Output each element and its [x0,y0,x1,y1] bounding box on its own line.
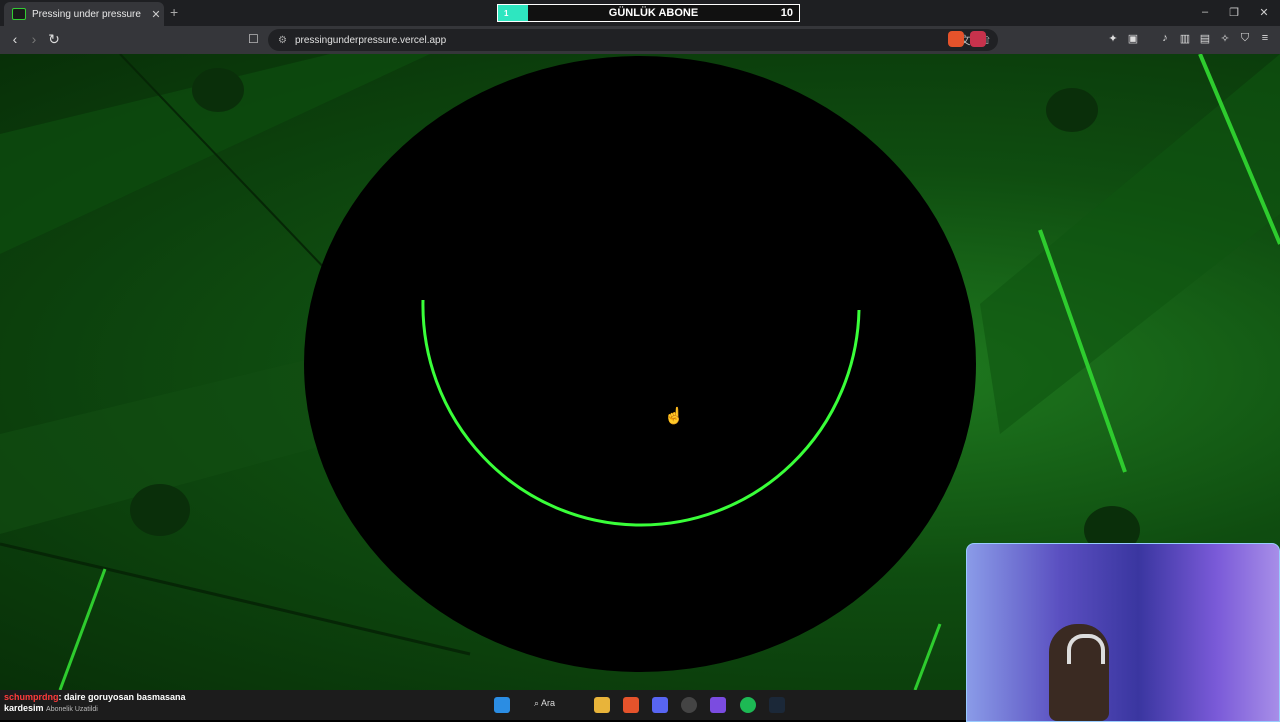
windows-start-icon[interactable] [494,697,510,713]
steam-icon[interactable] [769,697,785,713]
address-bar[interactable]: ⚙ pressingunderpressure.vercel.app 文 ⇧ [268,29,998,51]
sidebar-icon[interactable]: ▥ [1178,32,1192,46]
maximize-icon[interactable]: ❐ [1227,6,1241,19]
hand-cursor-icon: ☝ [664,408,684,425]
minimize-icon[interactable]: – [1198,6,1212,18]
brave-rewards-icon[interactable] [970,31,986,47]
file-explorer-icon[interactable] [594,697,610,713]
search-icon[interactable]: ⌕ Ara [534,698,555,709]
bolt-head [1046,88,1098,132]
extensions-icon[interactable]: ✦ [1106,32,1120,46]
neon-strip [913,623,942,690]
menu-icon[interactable]: ≡ [1258,32,1272,46]
tab-title: Pressing under pressure [32,8,141,20]
navigation-bar: ‹ › ↻ ☐ ⚙ pressingunderpressure.vercel.a… [0,26,1280,54]
chat-text-line2: kardesim [4,703,44,713]
reload-icon[interactable]: ↻ [45,31,63,48]
neon-strip [58,568,107,690]
webcam-overlay [966,543,1280,722]
chat-sub-notice: Abonelik Uzatildi [46,706,98,713]
site-info-icon[interactable]: ⚙ [278,35,287,46]
bookmark-icon[interactable]: ☐ [248,32,259,46]
leo-icon[interactable]: ✧ [1218,32,1232,46]
brave-shield-icon[interactable] [948,31,964,47]
close-window-icon[interactable]: ✕ [1257,6,1271,19]
forward-icon[interactable]: › [25,31,43,47]
new-tab-button[interactable]: + [170,4,178,20]
chat-username: schumprdng [4,692,59,702]
url-text[interactable]: pressingunderpressure.vercel.app [295,35,954,46]
chat-text: : daire goruyosan basmasana [58,692,186,702]
background-panel [980,54,1280,434]
screenshot-icon[interactable]: ▣ [1126,32,1140,46]
vpn-icon[interactable]: ⛉ [1238,32,1252,46]
back-icon[interactable]: ‹ [6,31,24,47]
headset-icon [1067,634,1105,664]
tab-favicon-icon [12,8,26,20]
app-icon[interactable] [710,697,726,713]
sub-goal-label: GÜNLÜK ABONE [608,7,699,19]
sub-goal-counter: 1 GÜNLÜK ABONE 10 [497,4,800,22]
title-bar: Pressing under pressure ✕ + 1 GÜNLÜK ABO… [0,0,1280,26]
sub-goal-target: 10 [780,7,793,19]
taskbar-search-label[interactable]: Ara [541,698,555,708]
chat-message: schumprdng: daire goruyosan basmasana ka… [4,692,186,715]
bolt-head [130,484,190,536]
spotify-icon[interactable] [740,697,756,713]
tab-close-icon[interactable]: ✕ [148,8,164,21]
discord-icon[interactable] [652,697,668,713]
browser-tab[interactable]: Pressing under pressure ✕ [4,2,164,26]
brave-taskbar-icon[interactable] [623,697,639,713]
sub-goal-current: 1 [504,8,509,18]
bolt-head [192,68,244,112]
press-disc [304,56,976,672]
wallet-icon[interactable]: ▤ [1198,32,1212,46]
media-icon[interactable]: ♪ [1158,32,1172,46]
obs-icon[interactable] [681,697,697,713]
